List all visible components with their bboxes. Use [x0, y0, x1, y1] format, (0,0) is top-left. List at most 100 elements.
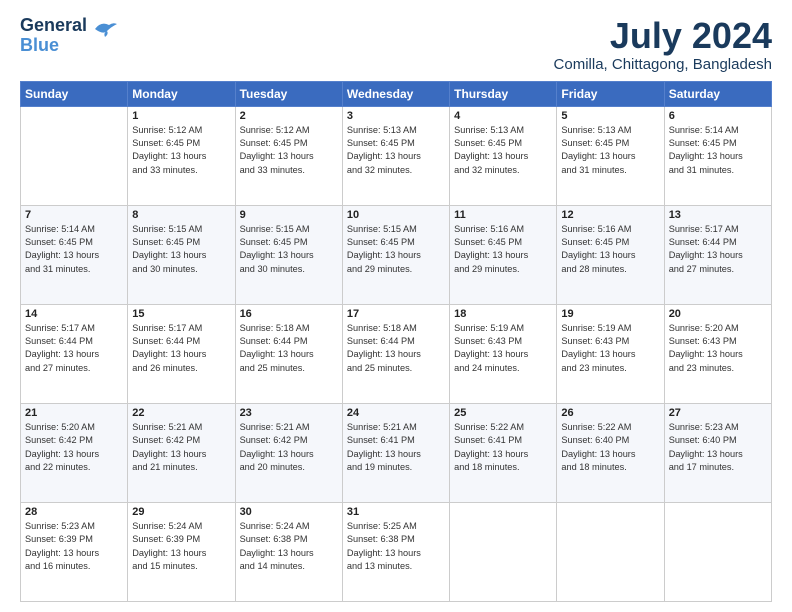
day-info: Sunrise: 5:19 AM Sunset: 6:43 PM Dayligh… [454, 322, 552, 375]
day-info: Sunrise: 5:21 AM Sunset: 6:42 PM Dayligh… [240, 421, 338, 474]
day-info: Sunrise: 5:13 AM Sunset: 6:45 PM Dayligh… [454, 124, 552, 177]
day-info: Sunrise: 5:16 AM Sunset: 6:45 PM Dayligh… [561, 223, 659, 276]
day-number: 4 [454, 110, 552, 122]
day-info: Sunrise: 5:13 AM Sunset: 6:45 PM Dayligh… [347, 124, 445, 177]
day-info: Sunrise: 5:20 AM Sunset: 6:42 PM Dayligh… [25, 421, 123, 474]
day-info: Sunrise: 5:20 AM Sunset: 6:43 PM Dayligh… [669, 322, 767, 375]
calendar-cell: 11 Sunrise: 5:16 AM Sunset: 6:45 PM Dayli… [450, 205, 557, 304]
day-info: Sunrise: 5:18 AM Sunset: 6:44 PM Dayligh… [240, 322, 338, 375]
calendar-cell: 13 Sunrise: 5:17 AM Sunset: 6:44 PM Dayli… [664, 205, 771, 304]
calendar-cell: 24 Sunrise: 5:21 AM Sunset: 6:41 PM Dayli… [342, 403, 449, 502]
day-number: 11 [454, 209, 552, 221]
calendar-cell: 16 Sunrise: 5:18 AM Sunset: 6:44 PM Dayli… [235, 304, 342, 403]
day-info: Sunrise: 5:14 AM Sunset: 6:45 PM Dayligh… [669, 124, 767, 177]
day-info: Sunrise: 5:22 AM Sunset: 6:41 PM Dayligh… [454, 421, 552, 474]
title-block: July 2024 Comilla, Chittagong, Banglades… [554, 16, 772, 73]
calendar-cell: 3 Sunrise: 5:13 AM Sunset: 6:45 PM Daylig… [342, 106, 449, 205]
calendar-cell: 14Sunrise: 5:17 AM Sunset: 6:44 PM Dayli… [21, 304, 128, 403]
day-info: Sunrise: 5:15 AM Sunset: 6:45 PM Dayligh… [240, 223, 338, 276]
calendar-week-2: 7 Sunrise: 5:14 AM Sunset: 6:45 PM Daylig… [21, 205, 772, 304]
calendar-cell: 19Sunrise: 5:19 AM Sunset: 6:43 PM Dayli… [557, 304, 664, 403]
calendar-week-3: 14Sunrise: 5:17 AM Sunset: 6:44 PM Dayli… [21, 304, 772, 403]
day-info: Sunrise: 5:15 AM Sunset: 6:45 PM Dayligh… [347, 223, 445, 276]
day-number: 17 [347, 308, 445, 320]
day-number: 29 [132, 506, 230, 518]
day-number: 30 [240, 506, 338, 518]
day-info: Sunrise: 5:17 AM Sunset: 6:44 PM Dayligh… [669, 223, 767, 276]
calendar-cell [664, 502, 771, 601]
weekday-header-sunday: Sunday [21, 81, 128, 106]
day-info: Sunrise: 5:23 AM Sunset: 6:40 PM Dayligh… [669, 421, 767, 474]
weekday-header-thursday: Thursday [450, 81, 557, 106]
day-info: Sunrise: 5:19 AM Sunset: 6:43 PM Dayligh… [561, 322, 659, 375]
day-info: Sunrise: 5:22 AM Sunset: 6:40 PM Dayligh… [561, 421, 659, 474]
day-number: 28 [25, 506, 123, 518]
day-info: Sunrise: 5:21 AM Sunset: 6:42 PM Dayligh… [132, 421, 230, 474]
day-info: Sunrise: 5:23 AM Sunset: 6:39 PM Dayligh… [25, 520, 123, 573]
calendar-week-4: 21Sunrise: 5:20 AM Sunset: 6:42 PM Dayli… [21, 403, 772, 502]
calendar-cell: 17 Sunrise: 5:18 AM Sunset: 6:44 PM Dayli… [342, 304, 449, 403]
main-title: July 2024 [554, 16, 772, 56]
calendar-table: SundayMondayTuesdayWednesdayThursdayFrid… [20, 81, 772, 602]
calendar-cell: 23 Sunrise: 5:21 AM Sunset: 6:42 PM Dayli… [235, 403, 342, 502]
weekday-header-monday: Monday [128, 81, 235, 106]
day-info: Sunrise: 5:18 AM Sunset: 6:44 PM Dayligh… [347, 322, 445, 375]
calendar-cell: 1 Sunrise: 5:12 AM Sunset: 6:45 PM Daylig… [128, 106, 235, 205]
day-info: Sunrise: 5:12 AM Sunset: 6:45 PM Dayligh… [132, 124, 230, 177]
day-number: 7 [25, 209, 123, 221]
calendar-cell [557, 502, 664, 601]
calendar-cell [21, 106, 128, 205]
day-info: Sunrise: 5:24 AM Sunset: 6:38 PM Dayligh… [240, 520, 338, 573]
day-number: 26 [561, 407, 659, 419]
weekday-header-wednesday: Wednesday [342, 81, 449, 106]
calendar-cell: 6 Sunrise: 5:14 AM Sunset: 6:45 PM Daylig… [664, 106, 771, 205]
calendar-cell: 9 Sunrise: 5:15 AM Sunset: 6:45 PM Daylig… [235, 205, 342, 304]
day-number: 3 [347, 110, 445, 122]
calendar-cell: 10 Sunrise: 5:15 AM Sunset: 6:45 PM Dayli… [342, 205, 449, 304]
page: General Blue July 2024 Comilla, Chittago… [0, 0, 792, 612]
calendar-cell: 26 Sunrise: 5:22 AM Sunset: 6:40 PM Dayli… [557, 403, 664, 502]
day-number: 18 [454, 308, 552, 320]
calendar-cell: 30 Sunrise: 5:24 AM Sunset: 6:38 PM Dayli… [235, 502, 342, 601]
day-info: Sunrise: 5:15 AM Sunset: 6:45 PM Dayligh… [132, 223, 230, 276]
day-number: 25 [454, 407, 552, 419]
calendar-cell: 12Sunrise: 5:16 AM Sunset: 6:45 PM Dayli… [557, 205, 664, 304]
logo-text: General Blue [20, 16, 87, 56]
day-info: Sunrise: 5:21 AM Sunset: 6:41 PM Dayligh… [347, 421, 445, 474]
calendar-body: 1 Sunrise: 5:12 AM Sunset: 6:45 PM Daylig… [21, 106, 772, 601]
day-number: 23 [240, 407, 338, 419]
calendar-cell: 15Sunrise: 5:17 AM Sunset: 6:44 PM Dayli… [128, 304, 235, 403]
calendar-week-5: 28 Sunrise: 5:23 AM Sunset: 6:39 PM Dayli… [21, 502, 772, 601]
calendar-cell: 31 Sunrise: 5:25 AM Sunset: 6:38 PM Dayli… [342, 502, 449, 601]
day-number: 24 [347, 407, 445, 419]
weekday-header-saturday: Saturday [664, 81, 771, 106]
day-number: 10 [347, 209, 445, 221]
header: General Blue July 2024 Comilla, Chittago… [20, 16, 772, 73]
weekday-header-friday: Friday [557, 81, 664, 106]
calendar-cell: 22Sunrise: 5:21 AM Sunset: 6:42 PM Dayli… [128, 403, 235, 502]
day-info: Sunrise: 5:24 AM Sunset: 6:39 PM Dayligh… [132, 520, 230, 573]
calendar-cell: 28 Sunrise: 5:23 AM Sunset: 6:39 PM Dayli… [21, 502, 128, 601]
day-number: 6 [669, 110, 767, 122]
logo: General Blue [20, 16, 119, 56]
day-number: 9 [240, 209, 338, 221]
calendar-cell: 18 Sunrise: 5:19 AM Sunset: 6:43 PM Dayli… [450, 304, 557, 403]
day-number: 31 [347, 506, 445, 518]
weekday-header-row: SundayMondayTuesdayWednesdayThursdayFrid… [21, 81, 772, 106]
day-info: Sunrise: 5:14 AM Sunset: 6:45 PM Dayligh… [25, 223, 123, 276]
day-number: 5 [561, 110, 659, 122]
subtitle: Comilla, Chittagong, Bangladesh [554, 56, 772, 73]
day-info: Sunrise: 5:25 AM Sunset: 6:38 PM Dayligh… [347, 520, 445, 573]
calendar-cell: 27Sunrise: 5:23 AM Sunset: 6:40 PM Dayli… [664, 403, 771, 502]
calendar-cell: 8Sunrise: 5:15 AM Sunset: 6:45 PM Daylig… [128, 205, 235, 304]
calendar-cell [450, 502, 557, 601]
day-number: 13 [669, 209, 767, 221]
calendar-cell: 2Sunrise: 5:12 AM Sunset: 6:45 PM Daylig… [235, 106, 342, 205]
day-info: Sunrise: 5:17 AM Sunset: 6:44 PM Dayligh… [25, 322, 123, 375]
day-info: Sunrise: 5:16 AM Sunset: 6:45 PM Dayligh… [454, 223, 552, 276]
day-number: 2 [240, 110, 338, 122]
day-number: 16 [240, 308, 338, 320]
day-number: 1 [132, 110, 230, 122]
calendar-cell: 20Sunrise: 5:20 AM Sunset: 6:43 PM Dayli… [664, 304, 771, 403]
logo-bird-icon [91, 19, 119, 44]
